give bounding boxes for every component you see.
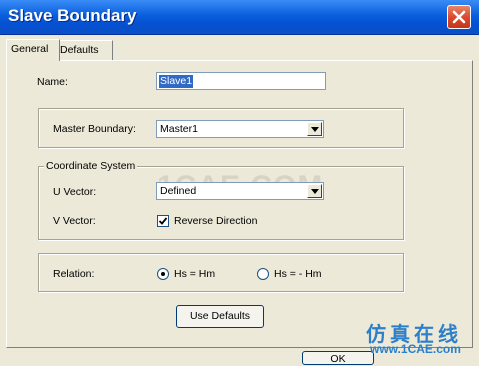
v-vector-label: V Vector: bbox=[53, 215, 96, 227]
relation-option-equal-label[interactable]: Hs = Hm bbox=[174, 268, 215, 280]
reverse-direction-label[interactable]: Reverse Direction bbox=[174, 215, 257, 227]
coordinate-system-label: Coordinate System bbox=[44, 160, 138, 172]
master-boundary-value: Master1 bbox=[160, 123, 198, 135]
relation-option-negative-label[interactable]: Hs = - Hm bbox=[274, 268, 322, 280]
reverse-direction-checkbox[interactable] bbox=[157, 215, 169, 227]
watermark-url: www.1CAE.com bbox=[370, 342, 461, 356]
tab-general-label: General bbox=[11, 43, 49, 55]
window-title: Slave Boundary bbox=[8, 6, 137, 25]
relation-label: Relation: bbox=[53, 268, 95, 280]
use-defaults-button[interactable]: Use Defaults bbox=[176, 305, 264, 328]
tab-general[interactable]: General bbox=[6, 39, 60, 61]
master-boundary-select[interactable]: Master1 bbox=[156, 120, 324, 138]
relation-radio-equal[interactable] bbox=[157, 268, 169, 280]
chevron-down-icon bbox=[311, 189, 319, 194]
coordinate-system-group bbox=[38, 166, 404, 240]
u-vector-value: Defined bbox=[160, 185, 197, 197]
use-defaults-label: Use Defaults bbox=[189, 310, 251, 322]
close-icon bbox=[452, 10, 466, 24]
relation-radio-negative[interactable] bbox=[257, 268, 269, 280]
ok-button[interactable]: OK bbox=[302, 351, 374, 365]
master-boundary-label: Master Boundary: bbox=[53, 123, 136, 135]
u-vector-select[interactable]: Defined bbox=[156, 182, 324, 200]
chevron-down-icon bbox=[311, 127, 319, 132]
radio-dot bbox=[161, 272, 165, 276]
master-boundary-dropdown-button[interactable] bbox=[307, 122, 322, 136]
close-button[interactable] bbox=[447, 5, 471, 29]
title-bar[interactable]: Slave Boundary bbox=[0, 0, 479, 35]
ok-label: OK bbox=[330, 353, 346, 365]
name-field[interactable]: Slave1 bbox=[156, 72, 326, 90]
checkmark-icon bbox=[158, 217, 168, 225]
tab-defaults-label: Defaults bbox=[60, 44, 99, 56]
name-label: Name: bbox=[37, 76, 68, 88]
u-vector-label: U Vector: bbox=[53, 186, 97, 198]
name-value: Slave1 bbox=[159, 75, 194, 88]
tab-defaults[interactable]: Defaults bbox=[55, 40, 113, 60]
u-vector-dropdown-button[interactable] bbox=[307, 184, 322, 198]
